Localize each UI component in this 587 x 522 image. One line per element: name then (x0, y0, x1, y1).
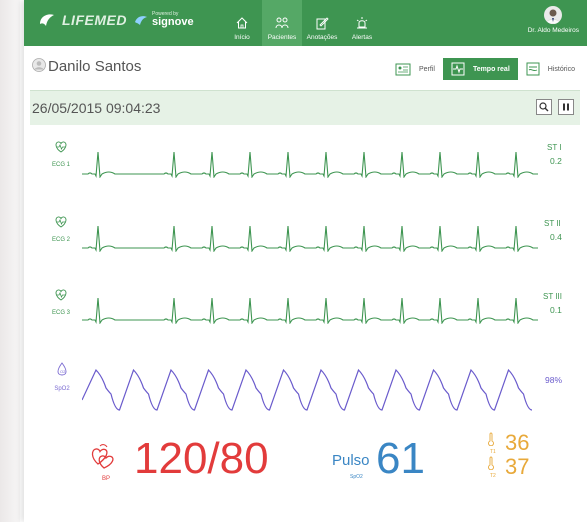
search-icon (539, 102, 549, 112)
ecg-heart-icon (55, 141, 67, 153)
tab-perfil[interactable]: Perfil (387, 58, 443, 80)
timestamp-bar: 26/05/2015 09:04:23 (30, 90, 580, 125)
profile-card-icon (395, 63, 411, 76)
temp1-label: T1 (490, 449, 496, 455)
tab-label: Tempo real (472, 65, 510, 73)
nav-label: Início (234, 34, 250, 41)
monitor-icon (451, 62, 465, 76)
spo2-trace (82, 368, 533, 411)
tab-label: Perfil (418, 65, 435, 73)
search-button[interactable] (536, 99, 552, 115)
pause-icon (563, 103, 569, 111)
st-label-1: ST I (547, 143, 562, 152)
view-tabs: Perfil Tempo real Histórico (387, 58, 583, 80)
avatar (544, 6, 563, 24)
temp2-label: T2 (490, 473, 496, 479)
nav-item-alertas[interactable]: Alertas (342, 0, 382, 46)
doctor-avatar-icon (546, 9, 561, 24)
st-value-2: 0.4 (550, 232, 562, 242)
nav-item-anotacoes[interactable]: Anotações (302, 0, 342, 46)
tab-historico[interactable]: Histórico (518, 58, 583, 80)
svg-text:O2: O2 (60, 369, 66, 374)
heart-bp-icon (91, 444, 114, 469)
partner-logo: Powered by signove (134, 11, 194, 28)
main-nav: Início Pacientes Anotações Alertas (222, 0, 382, 46)
user-menu[interactable]: Dr. Aldo Medeiros (528, 6, 579, 34)
powered-by-text: Powered by (152, 11, 179, 17)
patient-header: Danilo Santos Perfil Tempo real Históric… (24, 50, 587, 86)
user-name: Dr. Aldo Medeiros (527, 27, 579, 34)
ecg2-trace (82, 225, 538, 252)
ecg-heart-icon (55, 289, 67, 301)
nav-item-pacientes[interactable]: Pacientes (262, 0, 302, 46)
home-icon (236, 17, 248, 29)
lifemed-logo-icon (40, 14, 54, 26)
nav-label: Pacientes (267, 34, 297, 41)
st-value-3: 0.1 (550, 305, 562, 315)
st-label-2: ST II (544, 219, 561, 228)
vitals-panel: BP 120/80 Pulso SpO2 61 T1 36 T2 37 (24, 430, 587, 500)
nav-label: Anotações (306, 34, 338, 41)
current-datetime: 26/05/2015 09:04:23 (32, 100, 161, 116)
tab-tempo-real[interactable]: Tempo real (442, 58, 518, 80)
notes-icon (316, 17, 329, 30)
lead-label-ecg2: ECG 2 (51, 237, 70, 243)
st-label-3: ST III (543, 292, 562, 301)
pause-button[interactable] (558, 99, 574, 115)
pulse-source: SpO2 (350, 474, 363, 480)
device-bezel (0, 0, 20, 522)
ecg3-trace (82, 297, 538, 324)
patients-icon (275, 17, 289, 29)
lead-label-ecg3: ECG 3 (51, 310, 70, 316)
brand-name: LIFEMED (62, 12, 127, 28)
lead-label-ecg1: ECG 1 (51, 162, 70, 168)
app-window: LIFEMED Powered by signove Início Pacien… (24, 0, 587, 522)
bp-value: 120/80 (134, 434, 269, 483)
patient-name: Danilo Santos (48, 58, 142, 75)
ecg1-trace (82, 151, 538, 178)
pulse-label: Pulso (332, 452, 370, 469)
thermometer-icon (488, 432, 494, 446)
signove-logo-icon (135, 16, 147, 25)
patient-avatar-icon (32, 58, 46, 72)
alert-icon (356, 17, 368, 29)
st-value-1: 0.2 (550, 156, 562, 166)
history-chart-icon (526, 62, 540, 76)
nav-label: Alertas (351, 34, 373, 41)
oxygen-drop-icon: O2 (57, 362, 67, 376)
nav-item-inicio[interactable]: Início (222, 0, 262, 46)
temp2-value: 37 (505, 454, 530, 479)
lead-label-spo2: SpO2 (54, 386, 70, 392)
pulse-value: 61 (376, 434, 425, 483)
thermometer-icon (488, 456, 494, 470)
spo2-value: 98% (545, 375, 563, 385)
brand-logo: LIFEMED (38, 12, 127, 28)
waveform-panel: ECG 1 ST I 0.2 ECG 2 ST II 0.4 ECG 3 ST … (24, 130, 587, 430)
ecg-heart-icon (55, 216, 67, 228)
temp1-value: 36 (505, 430, 530, 455)
top-bar: LIFEMED Powered by signove Início Pacien… (24, 0, 587, 46)
tab-label: Histórico (547, 65, 575, 73)
partner-name: signove (152, 16, 194, 28)
bp-label: BP (102, 476, 111, 482)
